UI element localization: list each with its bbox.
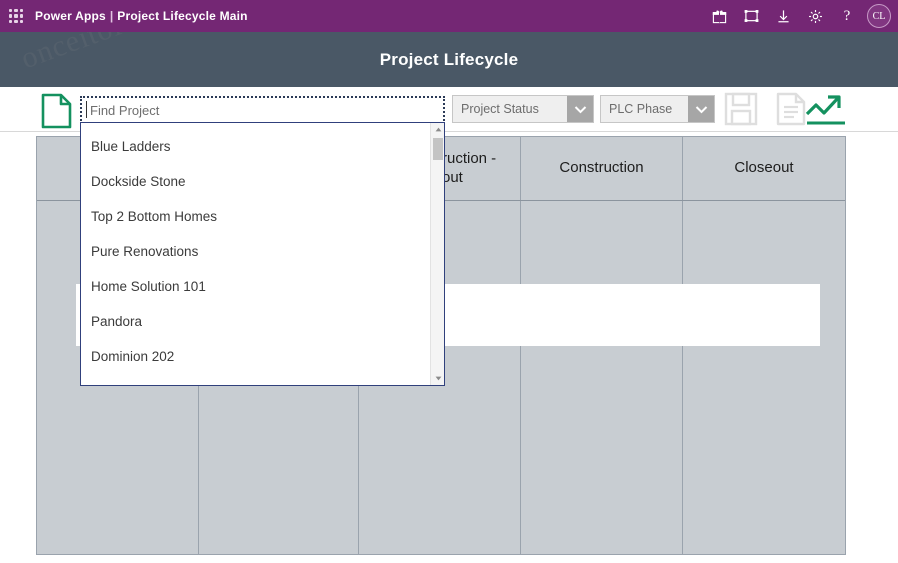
search-input[interactable] (82, 98, 443, 122)
new-document-icon[interactable] (41, 93, 72, 134)
grid-body-cell[interactable] (521, 201, 683, 554)
document-list-icon[interactable] (775, 92, 807, 131)
product-name: Power Apps (35, 9, 106, 23)
dropdown-item[interactable]: Dominion 202 (81, 339, 430, 374)
topbar-separator: | (106, 9, 117, 23)
dropdown-item[interactable]: Home Solution 101 (81, 269, 430, 304)
teams-gift-icon[interactable] (703, 0, 735, 32)
trending-up-chart-icon[interactable] (804, 92, 848, 133)
grid-header-cell[interactable]: Closeout (683, 137, 845, 200)
dropdown-item[interactable]: Dockside Stone (81, 164, 430, 199)
grid-header-cell[interactable]: Construction (521, 137, 683, 200)
help-question-icon[interactable]: ? (831, 0, 863, 32)
help-glyph: ? (844, 8, 851, 25)
page-title: Project Lifecycle (380, 50, 519, 70)
grid-body-cell[interactable] (683, 201, 845, 554)
scrollbar-thumb[interactable] (433, 138, 443, 160)
find-project-dropdown[interactable]: Blue Ladders Dockside Stone Top 2 Bottom… (80, 122, 445, 386)
project-status-select[interactable]: Project Status (452, 95, 594, 123)
dropdown-item[interactable]: Pandora (81, 304, 430, 339)
topbar-actions: ? CL (703, 0, 898, 32)
app-launcher-icon[interactable] (9, 9, 23, 23)
watermark-text: onceitolabs (17, 32, 167, 76)
scroll-up-arrow-icon[interactable] (431, 123, 445, 136)
app-root: onceitolabs onceitolabs onceitolabs Powe… (0, 0, 898, 563)
dropdown-list: Blue Ladders Dockside Stone Top 2 Bottom… (81, 123, 430, 385)
dropdown-item[interactable]: Top 2 Bottom Homes (81, 199, 430, 234)
settings-gear-icon[interactable] (799, 0, 831, 32)
dropdown-scrollbar[interactable] (430, 123, 444, 385)
feedback-frame-icon[interactable] (735, 0, 767, 32)
powerapps-top-bar: Power Apps | Project Lifecycle Main (0, 0, 898, 32)
user-avatar[interactable]: CL (867, 4, 891, 28)
plc-phase-select[interactable]: PLC Phase (600, 95, 715, 123)
text-cursor (86, 101, 87, 118)
dropdown-item[interactable]: Pure Renovations (81, 234, 430, 269)
scroll-down-arrow-icon[interactable] (431, 372, 445, 385)
chevron-down-icon[interactable] (567, 96, 593, 122)
download-icon[interactable] (767, 0, 799, 32)
project-status-label: Project Status (453, 102, 567, 116)
save-floppy-icon[interactable] (724, 92, 758, 131)
app-name-label: Project Lifecycle Main (117, 9, 247, 23)
plc-phase-label: PLC Phase (601, 102, 688, 116)
find-project-field[interactable] (80, 96, 445, 124)
app-header-band: onceitolabs Project Lifecycle (0, 32, 898, 87)
chevron-down-icon[interactable] (688, 96, 714, 122)
dropdown-item[interactable]: Blue Ladders (81, 129, 430, 164)
